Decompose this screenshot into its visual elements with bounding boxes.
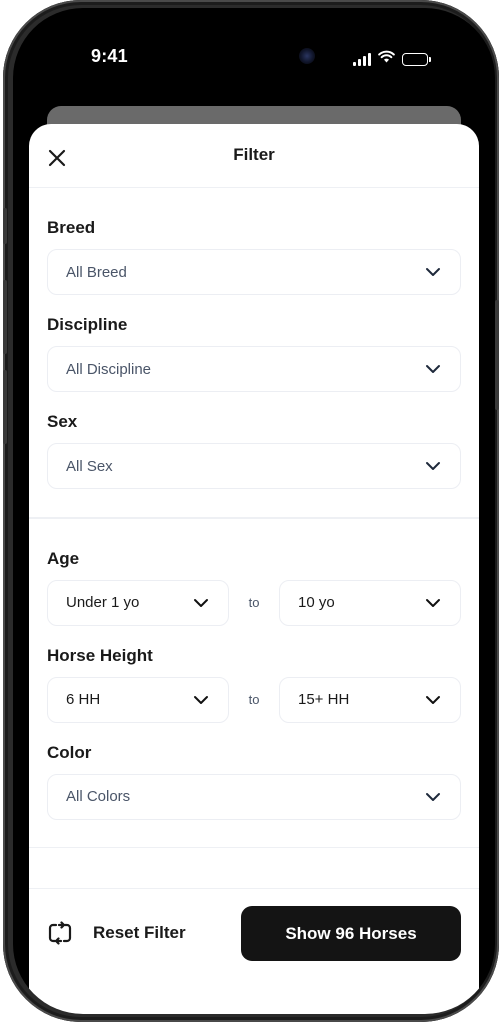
reset-filter-label: Reset Filter (93, 923, 186, 942)
chevron-down-icon (426, 598, 440, 607)
age-to-select[interactable]: 10 yo (279, 579, 461, 626)
color-select[interactable]: All Colors (47, 773, 461, 820)
section-divider (29, 846, 479, 848)
breed-label: Breed (47, 218, 96, 237)
front-camera (299, 48, 315, 64)
sheet-title: Filter (233, 145, 275, 164)
chevron-down-icon (194, 695, 208, 704)
discipline-select[interactable]: All Discipline (47, 346, 461, 392)
age-range: Under 1 yo to 10 yo (47, 579, 461, 626)
color-label: Color (47, 742, 92, 762)
breed-select[interactable]: All Breed (47, 249, 461, 295)
volume-up-button (3, 280, 7, 354)
reset-filter-button[interactable]: Reset Filter (47, 921, 186, 945)
range-filters: Age Under 1 yo to 10 yo Horse Height 6 H… (29, 519, 479, 820)
repeat-icon (48, 921, 72, 945)
volume-down-button (3, 370, 7, 444)
discipline-label: Discipline (47, 315, 128, 334)
height-label: Horse Height (47, 645, 153, 665)
battery-icon (402, 52, 431, 66)
sex-label: Sex (47, 412, 78, 431)
breed-value: All Breed (66, 263, 127, 281)
status-time: 9:41 (91, 46, 128, 66)
age-to-value: 10 yo (298, 594, 335, 611)
show-results-button[interactable]: Show 96 Horses (241, 906, 461, 961)
status-icons (353, 50, 431, 68)
filter-sheet: Filter Breed All Breed Discipline All Di… (29, 124, 479, 1014)
age-from-select[interactable]: Under 1 yo (47, 579, 229, 626)
discipline-value: All Discipline (66, 360, 152, 378)
color-value: All Colors (66, 788, 131, 805)
chevron-down-icon (426, 695, 440, 704)
age-from-value: Under 1 yo (66, 594, 140, 611)
chevron-down-icon (426, 792, 440, 801)
sheet-footer: Reset Filter Show 96 Horses (29, 888, 479, 1014)
category-filters: Breed All Breed Discipline All Disciplin… (29, 188, 479, 489)
height-range-separator: to (248, 692, 260, 707)
height-to-value: 15+ HH (298, 691, 350, 708)
signal-icon (353, 52, 371, 66)
height-to-select[interactable]: 15+ HH (279, 676, 461, 723)
height-range: 6 HH to 15+ HH (47, 676, 461, 723)
action-button (3, 208, 7, 244)
chevron-down-icon (426, 365, 440, 373)
chevron-down-icon (426, 462, 440, 470)
sheet-header: Filter (29, 124, 479, 188)
height-from-select[interactable]: 6 HH (47, 676, 229, 723)
wifi-icon (378, 50, 395, 68)
phone-frame: 9:41 Filter Breed All Breed Discipline A… (3, 0, 499, 1022)
status-bar: 9:41 (13, 8, 495, 108)
chevron-down-icon (426, 268, 440, 276)
age-range-separator: to (248, 595, 260, 610)
chevron-down-icon (194, 598, 208, 607)
screen: 9:41 Filter Breed All Breed Discipline A… (13, 8, 495, 1014)
height-from-value: 6 HH (66, 691, 101, 708)
sex-value: All Sex (66, 457, 113, 475)
power-button (495, 300, 499, 410)
sex-select[interactable]: All Sex (47, 443, 461, 489)
age-label: Age (47, 548, 80, 568)
